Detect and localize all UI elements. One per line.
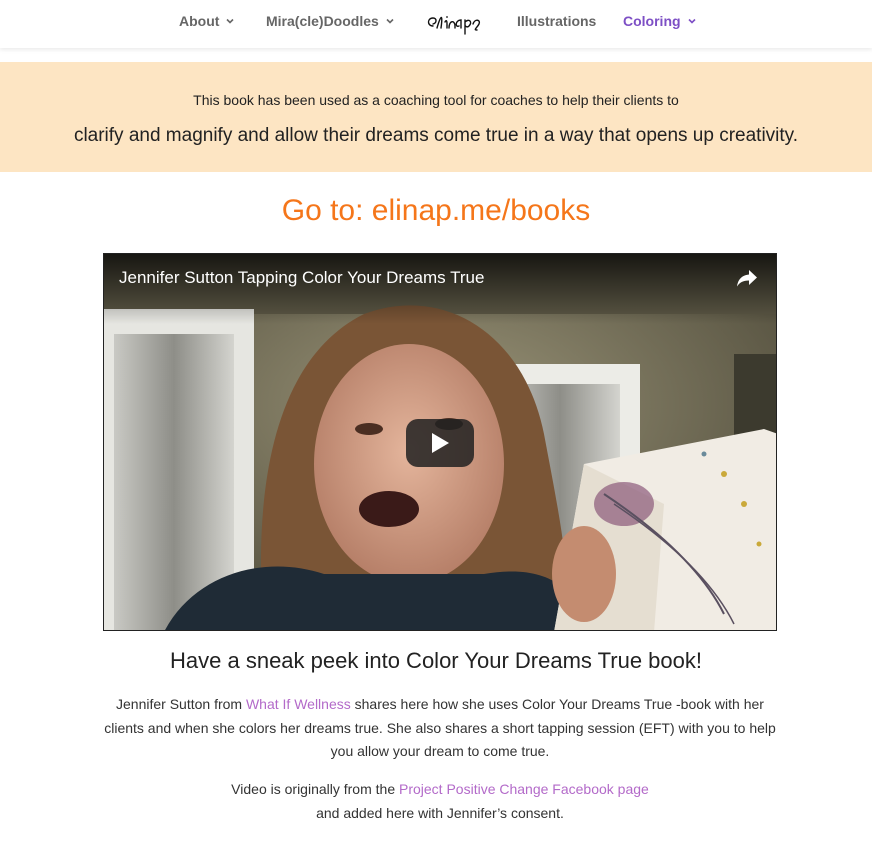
source-paragraph: Video is originally from the Project Pos… <box>100 778 780 825</box>
video-title[interactable]: Jennifer Sutton Tapping Color Your Dream… <box>119 268 484 288</box>
goto-books-heading: Go to: elinap.me/books <box>281 194 591 227</box>
nav-about[interactable]: About <box>179 13 235 29</box>
chevron-down-icon <box>687 18 696 24</box>
what-if-wellness-link[interactable]: What If Wellness <box>246 696 351 712</box>
share-icon[interactable] <box>736 268 758 288</box>
coaching-banner: This book has been used as a coaching to… <box>0 62 872 172</box>
chevron-down-icon <box>386 18 394 24</box>
nav-illustrations[interactable]: Illustrations <box>517 13 596 29</box>
description-paragraph: Jennifer Sutton from What If Wellness sh… <box>100 693 780 764</box>
banner-line-1: This book has been used as a coaching to… <box>193 92 679 108</box>
video-title-overlay <box>104 254 776 324</box>
banner-line-2: clarify and magnify and allow their drea… <box>73 125 799 146</box>
nav-about-label: About <box>179 13 220 29</box>
nav-doodles-label: Mira(cle)Doodles <box>266 13 379 29</box>
top-navigation: About Mira(cle)Doodles Illustrations Col… <box>0 0 872 48</box>
para2-before: Video is originally from the <box>231 781 399 797</box>
facebook-page-link[interactable]: Project Positive Change Facebook page <box>399 781 649 797</box>
video-player[interactable]: Jennifer Sutton Tapping Color Your Dream… <box>103 253 777 631</box>
nav-miracle-doodles[interactable]: Mira(cle)Doodles <box>266 13 395 29</box>
sneak-peek-heading: Have a sneak peek into Color Your Dreams… <box>170 648 702 673</box>
play-icon <box>432 433 449 453</box>
play-button[interactable] <box>406 419 474 467</box>
nav-coloring[interactable]: Coloring <box>623 13 697 29</box>
nav-illustrations-label: Illustrations <box>517 13 597 29</box>
site-logo[interactable] <box>425 10 485 36</box>
para1-before: Jennifer Sutton from <box>116 696 246 712</box>
nav-coloring-label: Coloring <box>623 13 681 29</box>
chevron-down-icon <box>226 18 235 24</box>
para2-after: and added here with Jennifer’s consent. <box>316 804 564 821</box>
